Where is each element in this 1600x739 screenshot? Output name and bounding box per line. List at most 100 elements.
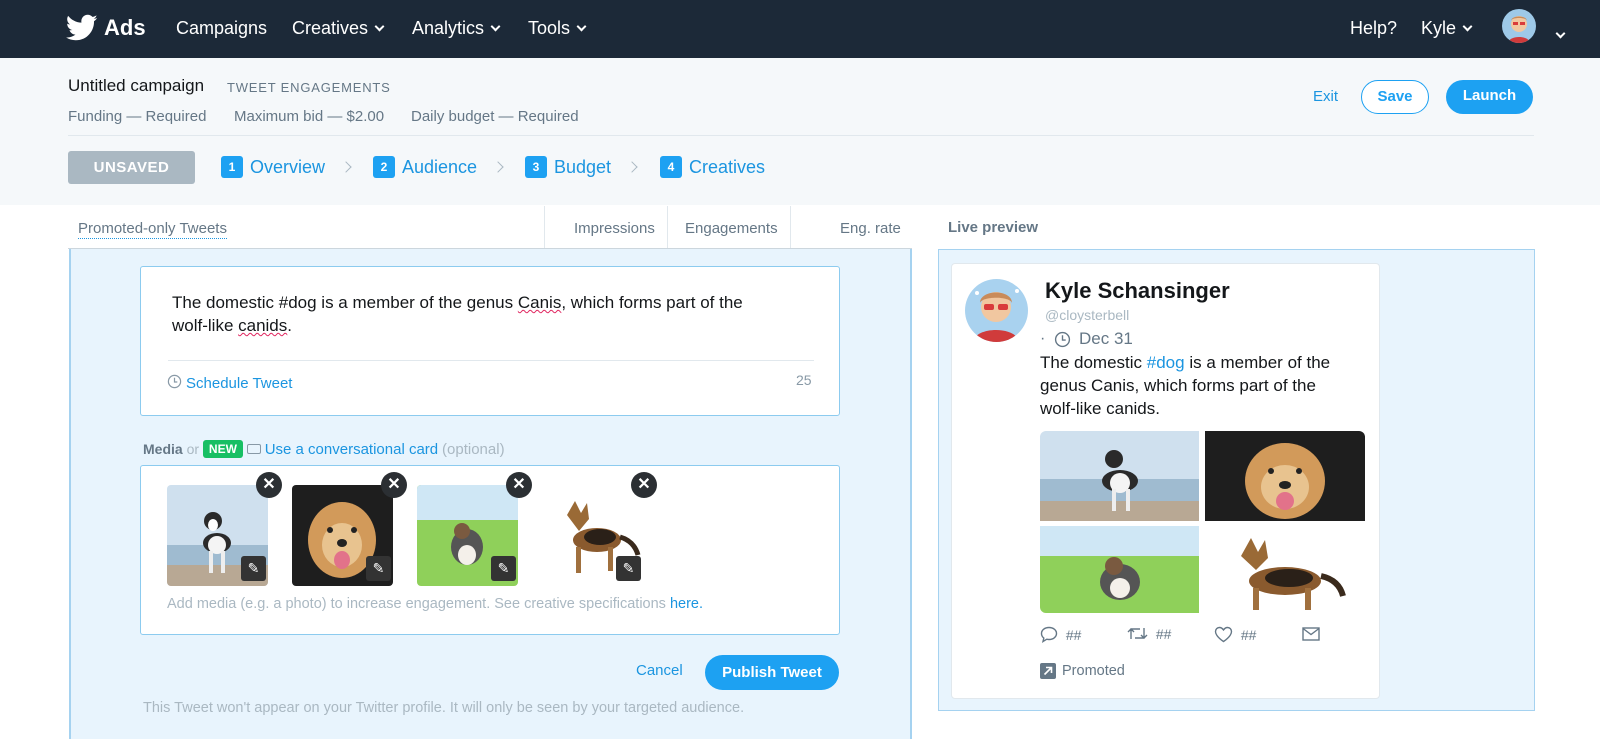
nav-help[interactable]: Help? xyxy=(1350,18,1397,39)
tweet-text[interactable]: The domestic #dog is a member of the gen… xyxy=(172,291,812,337)
step-label: Audience xyxy=(402,157,478,177)
column-engagements[interactable]: Engagements xyxy=(685,220,778,237)
chevron-down-icon[interactable] xyxy=(1555,28,1566,39)
preview-name: Kyle Schansinger xyxy=(1045,278,1230,303)
column-eng-rate[interactable]: Eng. rate xyxy=(840,220,901,237)
column-impressions[interactable]: Impressions xyxy=(574,220,655,237)
live-preview-header: Live preview xyxy=(948,219,1039,236)
edit-media-pencil-icon[interactable]: ✎ xyxy=(616,556,641,581)
remove-media-button[interactable]: ✕ xyxy=(631,472,657,498)
spellcheck-word: canids xyxy=(238,316,288,335)
creative-specs-link[interactable]: here. xyxy=(670,596,703,612)
step-overview[interactable]: 1 Overview xyxy=(221,156,325,178)
step-number: 2 xyxy=(373,156,395,178)
launch-button[interactable]: Launch xyxy=(1446,80,1533,114)
spellcheck-word: Canis xyxy=(517,293,562,312)
max-bid[interactable]: Maximum bid — $2.00 xyxy=(234,108,384,125)
funding-status[interactable]: Funding — Required xyxy=(68,108,206,125)
preview-tweet-text: The domestic #dog is a member of the gen… xyxy=(1040,351,1350,420)
preview-image-husky xyxy=(1040,431,1199,521)
envelope-icon xyxy=(1302,627,1320,641)
tweet-text-part: , which forms part of the xyxy=(561,293,743,312)
nav-tools-label: Tools xyxy=(528,18,571,38)
cancel-button[interactable]: Cancel xyxy=(636,662,683,679)
preview-hashtag: #dog xyxy=(1146,353,1185,372)
edit-media-pencil-icon[interactable]: ✎ xyxy=(491,556,516,581)
nav-user-menu[interactable]: Kyle xyxy=(1421,18,1473,39)
preview-image-golden-retriever xyxy=(1205,431,1365,521)
divider xyxy=(544,206,545,248)
step-label: Overview xyxy=(250,157,326,177)
divider xyxy=(68,135,1534,136)
step-number: 3 xyxy=(525,156,547,178)
campaign-title[interactable]: Untitled campaign xyxy=(68,76,204,96)
schedule-tweet-link[interactable]: Schedule Tweet xyxy=(186,375,292,392)
preview-date: Dec 31 xyxy=(1079,329,1133,348)
promoted-label: Promoted xyxy=(1062,663,1125,679)
divider xyxy=(667,206,668,248)
divider xyxy=(790,206,791,248)
retweet-count: ## xyxy=(1155,626,1172,642)
nav-tools[interactable]: Tools xyxy=(528,18,587,39)
remove-media-button[interactable]: ✕ xyxy=(381,472,407,498)
nav-creatives-label: Creatives xyxy=(292,18,369,38)
nav-analytics-label: Analytics xyxy=(412,18,485,38)
divider xyxy=(168,360,814,361)
reply-icon xyxy=(1040,626,1058,643)
retweet-icon xyxy=(1127,628,1148,639)
step-number: 4 xyxy=(660,156,682,178)
media-hint-text: Add media (e.g. a photo) to increase eng… xyxy=(167,596,666,612)
nav-creatives[interactable]: Creatives xyxy=(292,18,385,39)
twitter-bird-icon[interactable] xyxy=(65,14,98,42)
dm-action xyxy=(1302,626,1320,642)
tweet-text-box[interactable] xyxy=(140,266,840,416)
tweet-text-part: . xyxy=(287,316,292,335)
step-budget[interactable]: 3 Budget xyxy=(525,156,611,178)
unsaved-badge: UNSAVED xyxy=(68,151,195,184)
step-audience[interactable]: 2 Audience xyxy=(373,156,477,178)
preview-handle: @cloysterbell xyxy=(1045,307,1130,323)
campaign-objective: TWEET ENGAGEMENTS xyxy=(227,80,391,95)
brand-ads[interactable]: Ads xyxy=(104,15,146,41)
promoted-arrow-icon xyxy=(1040,663,1056,679)
step-creatives[interactable]: 4 Creatives xyxy=(660,156,765,178)
like-action: ## xyxy=(1214,626,1256,643)
preview-image-german-shepherd xyxy=(1205,526,1365,613)
reply-count: ## xyxy=(1065,627,1082,643)
retweet-action: ## xyxy=(1127,626,1171,642)
clock-icon xyxy=(167,374,182,389)
or-text: or xyxy=(186,441,200,457)
card-icon xyxy=(246,444,261,454)
daily-budget[interactable]: Daily budget — Required xyxy=(411,108,579,125)
preview-avatar xyxy=(965,279,1028,342)
nav-analytics[interactable]: Analytics xyxy=(412,18,501,39)
chevron-down-icon xyxy=(1462,21,1473,32)
remove-media-button[interactable]: ✕ xyxy=(256,472,282,498)
conversational-card-link[interactable]: Use a conversational card xyxy=(265,441,438,458)
save-button[interactable]: Save xyxy=(1361,80,1429,114)
heart-icon xyxy=(1214,626,1233,643)
character-count: 25 xyxy=(796,372,812,388)
tweet-text-part: The domestic #dog is a member of the gen… xyxy=(172,293,518,312)
edit-media-pencil-icon[interactable]: ✎ xyxy=(366,556,391,581)
step-number: 1 xyxy=(221,156,243,178)
reply-action: ## xyxy=(1040,626,1081,643)
top-nav: Ads Campaigns Creatives Analytics Tools … xyxy=(0,0,1600,58)
tweet-text-part: wolf-like xyxy=(172,316,239,335)
remove-media-button[interactable]: ✕ xyxy=(506,472,532,498)
footer-note: This Tweet won't appear on your Twitter … xyxy=(143,700,745,716)
exit-link[interactable]: Exit xyxy=(1313,88,1338,105)
step-label: Budget xyxy=(554,157,612,177)
new-badge: NEW xyxy=(202,440,243,458)
like-count: ## xyxy=(1240,627,1257,643)
promoted-only-filter[interactable]: Promoted-only Tweets xyxy=(78,220,227,239)
media-row: Media or NEW Use a conversational card (… xyxy=(143,440,505,458)
media-hint: Add media (e.g. a photo) to increase eng… xyxy=(167,596,703,612)
publish-tweet-button[interactable]: Publish Tweet xyxy=(705,655,839,690)
optional-text: (optional) xyxy=(442,441,505,458)
avatar[interactable] xyxy=(1502,9,1536,43)
edit-media-pencil-icon[interactable]: ✎ xyxy=(241,556,266,581)
nav-campaigns[interactable]: Campaigns xyxy=(176,18,267,39)
media-label: Media xyxy=(143,441,183,457)
chevron-down-icon xyxy=(374,21,385,32)
